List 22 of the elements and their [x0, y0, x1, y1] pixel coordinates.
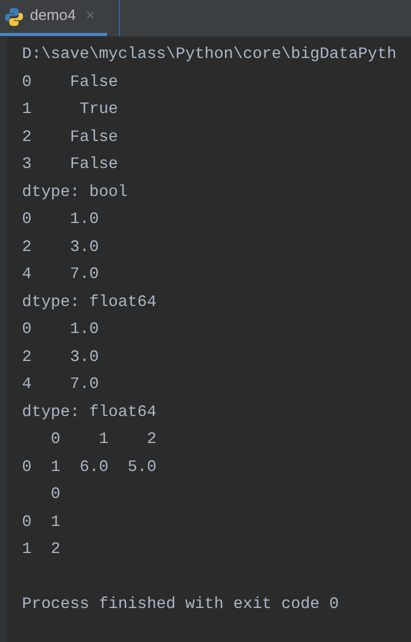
console-line: dtype: float64 [22, 402, 156, 422]
console-line: dtype: bool [22, 182, 128, 202]
console-line: 0 1.0 [22, 319, 99, 340]
console-line: 1 2 [22, 539, 60, 560]
console-line: 1 True [22, 99, 118, 120]
console-line: 0 False [22, 72, 118, 92]
console-line: 4 7.0 [22, 264, 99, 285]
tab-label: demo4 [30, 6, 76, 26]
console-line: 4 7.0 [22, 374, 99, 395]
console-line: 0 1 6.0 5.0 [22, 456, 156, 478]
console-line: 2 3.0 [22, 346, 99, 368]
console-line: D:\save\myclass\Python\core\bigDataPyth [22, 44, 396, 65]
console-line: 0 1 2 [50, 429, 156, 450]
console-line: 0 [50, 484, 60, 505]
console-line: 2 False [22, 126, 118, 148]
console-line: Process finished with exit code 0 [22, 594, 339, 615]
console-line: 2 3.0 [22, 236, 99, 258]
console-line: 3 False [22, 154, 118, 175]
console-line: 0 1 [22, 512, 60, 532]
python-logo-icon [4, 6, 24, 26]
console-line: 0 1.0 [22, 209, 99, 230]
console-line: dtype: float64 [22, 292, 156, 312]
